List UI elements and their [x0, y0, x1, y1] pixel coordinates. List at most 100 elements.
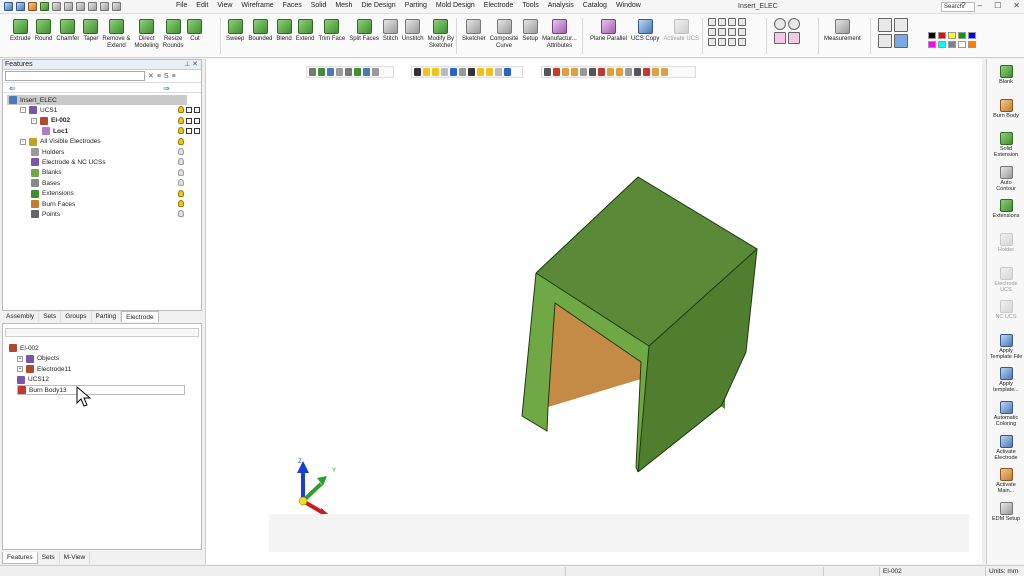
filter-s-icon[interactable]: S — [164, 73, 169, 80]
nc-ucs-button[interactable]: NC UCS — [987, 300, 1024, 320]
arrow-left-icon[interactable]: ⇐ — [9, 84, 16, 93]
electrode-tree-item[interactable]: + Electrode11 — [17, 364, 71, 374]
leader-icon[interactable] — [728, 38, 736, 46]
holder-button[interactable]: Holder — [987, 233, 1024, 253]
tree-item[interactable]: - El-002 — [31, 116, 70, 126]
open-icon[interactable] — [28, 2, 37, 11]
zoom-window-icon[interactable] — [878, 18, 892, 32]
visibility-bulb-icon[interactable] — [178, 137, 184, 145]
visibility-bulb-icon[interactable] — [178, 127, 184, 135]
blank-button[interactable]: Blank — [987, 65, 1024, 85]
manufacturing-attributes-button[interactable]: Manufactur... Attributes — [540, 16, 579, 56]
modify-by-sketcher-button[interactable]: Modify By Sketcher — [426, 16, 456, 56]
composite-curve-button[interactable]: Composite Curve — [488, 16, 521, 56]
visibility-bulb-icon[interactable] — [178, 148, 184, 155]
electrode-tree-item[interactable]: El-002 — [9, 343, 39, 353]
electrode-tree-item[interactable]: + Objects — [17, 354, 59, 364]
display-mode-icon[interactable] — [186, 128, 192, 135]
sweep-button[interactable]: Sweep — [224, 16, 246, 56]
weld-icon[interactable] — [738, 28, 746, 36]
horizontal-dimension-icon[interactable] — [718, 18, 726, 26]
tree-item[interactable]: Points — [31, 209, 60, 219]
solid-extension-button[interactable]: Solid Extension — [987, 132, 1024, 158]
remove-extend-button[interactable]: Remove & Extend — [100, 16, 132, 56]
burn-body-button[interactable]: Burn Body — [987, 98, 1024, 119]
balloon-icon[interactable] — [738, 38, 746, 46]
zoom-in-icon[interactable] — [878, 34, 892, 48]
menu-wireframe[interactable]: Wireframe — [241, 2, 273, 9]
extrude-button[interactable]: Extrude — [8, 16, 33, 56]
tree-item[interactable]: Electrode & NC UCSs — [31, 157, 106, 167]
unstitch-button[interactable]: Unstitch — [400, 16, 426, 56]
layer-icon[interactable] — [194, 128, 200, 135]
tree-item[interactable]: Insert_ELEC — [7, 95, 187, 105]
redo-icon[interactable] — [88, 2, 97, 11]
extend-button[interactable]: Extend — [294, 16, 317, 56]
activate-ucs-button[interactable]: Activate UCS — [661, 16, 701, 56]
save-icon[interactable] — [16, 2, 25, 11]
color-swatch[interactable] — [948, 32, 956, 39]
rotate-icon[interactable] — [774, 18, 786, 30]
tab-sets[interactable]: Sets — [39, 311, 62, 322]
tree-item[interactable]: - All Visible Electrodes — [20, 137, 101, 147]
panel-pin-icon[interactable]: ⊥ ✕ — [184, 60, 198, 70]
display-mode-icon[interactable] — [186, 117, 192, 124]
tab-m-view[interactable]: M-View — [60, 552, 91, 564]
round-button[interactable]: Round — [33, 16, 55, 56]
filter-option-icon[interactable]: ≡ — [157, 73, 161, 80]
cut-button[interactable]: Cut — [185, 16, 204, 56]
menu-view[interactable]: View — [217, 2, 232, 9]
features-filter-input[interactable] — [5, 71, 145, 81]
electrode-filter-input[interactable] — [5, 328, 199, 337]
resize-rounds-button[interactable]: Resize Rounds — [161, 16, 186, 56]
print-icon[interactable] — [52, 2, 61, 11]
close-icon[interactable]: ✕ — [1013, 1, 1020, 10]
solid-icon[interactable] — [40, 2, 49, 11]
automatic-coloring-button[interactable]: Automatic Coloring — [987, 401, 1024, 427]
menu-edit[interactable]: Edit — [196, 2, 208, 9]
visibility-bulb-icon[interactable] — [178, 189, 184, 197]
menu-electrode[interactable]: Electrode — [484, 2, 514, 9]
menu-tools[interactable]: Tools — [522, 2, 538, 9]
visibility-bulb-icon[interactable] — [178, 158, 184, 166]
tree-item[interactable]: - UCS1 — [20, 105, 57, 115]
activate-main-button[interactable]: Activate Main... — [987, 468, 1024, 494]
visibility-bulb-icon[interactable] — [178, 168, 184, 176]
visibility-bulb-icon[interactable] — [178, 106, 184, 114]
flag-icon[interactable] — [788, 32, 800, 44]
bounded-button[interactable]: Bounded — [246, 16, 274, 56]
color-swatch[interactable] — [928, 32, 936, 39]
settings-icon[interactable] — [64, 2, 73, 11]
ucs-copy-button[interactable]: UCS Copy — [629, 16, 661, 56]
electrode-tree-item[interactable]: UCS12 — [17, 375, 49, 385]
menu-window[interactable]: Window — [616, 2, 641, 9]
direct-modeling-button[interactable]: Direct Modeling — [132, 16, 160, 56]
expand-toggle-icon[interactable]: - — [20, 138, 26, 145]
minimize-icon[interactable]: – — [978, 1, 982, 10]
tab-parting[interactable]: Parting — [92, 311, 122, 322]
blend-button[interactable]: Blend — [274, 16, 293, 56]
help-icon[interactable]: ? — [961, 1, 965, 10]
visibility-bulb-icon[interactable] — [178, 200, 184, 207]
expand-toggle-icon[interactable]: - — [20, 107, 26, 114]
tab-groups[interactable]: Groups — [61, 311, 92, 322]
electrode-tree-item[interactable]: Burn Body13 — [17, 385, 185, 395]
tree-item[interactable]: Loc1 — [42, 126, 68, 136]
menu-catalog[interactable]: Catalog — [583, 2, 607, 9]
note-icon[interactable] — [718, 38, 726, 46]
tab-sets[interactable]: Sets — [38, 552, 60, 564]
view-cube-icon[interactable] — [894, 34, 908, 48]
plane-parallel-button[interactable]: Plane Parallel — [588, 16, 629, 56]
graphics-viewport[interactable]: Z Y X — [205, 59, 982, 564]
activate-electrode-button[interactable]: Activate Electrode — [987, 434, 1024, 461]
chamfer-button[interactable]: Chamfer — [54, 16, 81, 56]
expand-toggle-icon[interactable]: - — [31, 117, 37, 124]
apply-template-file-button[interactable]: Apply Template File — [987, 333, 1024, 360]
measurement-button[interactable]: Measurement — [822, 16, 863, 43]
arrow-right-icon[interactable]: ⇒ — [163, 84, 170, 93]
text-icon[interactable] — [708, 38, 716, 46]
new-icon[interactable] — [4, 2, 13, 11]
tree-item[interactable]: Blanks — [31, 168, 62, 178]
tree-item[interactable]: Extensions — [31, 189, 74, 199]
undo-icon[interactable] — [76, 2, 85, 11]
